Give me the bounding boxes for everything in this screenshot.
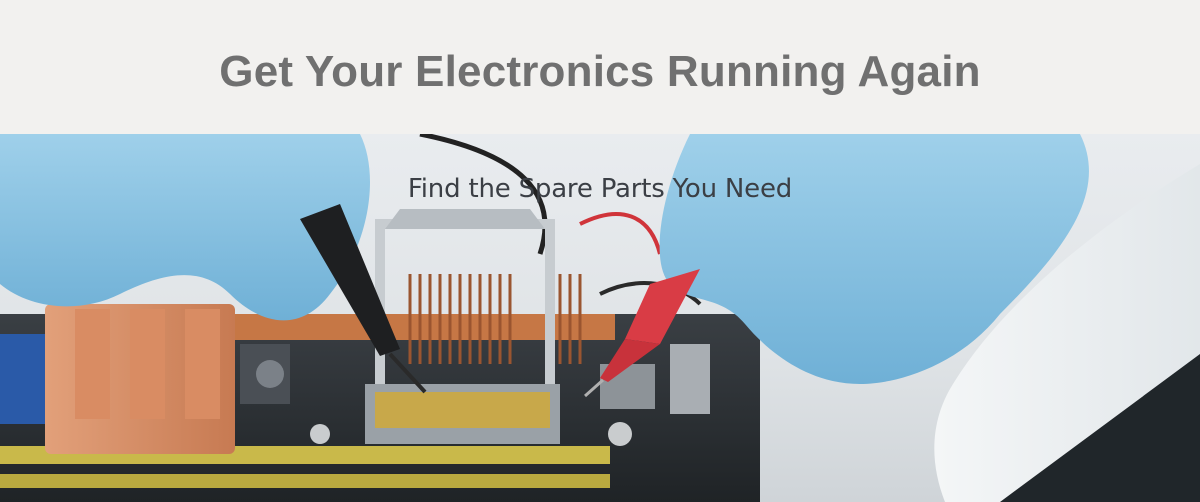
hero-subtitle: Find the Spare Parts You Need: [407, 174, 793, 204]
page-title: Get Your Electronics Running Again: [219, 47, 981, 96]
page-header: Get Your Electronics Running Again: [0, 0, 1200, 134]
hero-banner: Find the Spare Parts You Need: [0, 134, 1200, 502]
heatsink: [45, 304, 235, 454]
